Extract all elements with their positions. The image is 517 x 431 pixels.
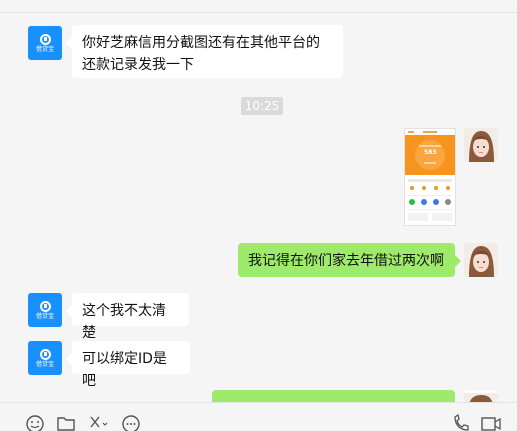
bot-avatar-label: 借贷宝 [35, 360, 54, 368]
user-portrait-icon [464, 128, 498, 162]
message-timestamp: 10:25 [241, 97, 283, 115]
screenshot-thumbnail-icon [405, 129, 455, 221]
scissors-icon[interactable] [86, 413, 108, 431]
phone-icon[interactable] [450, 413, 472, 431]
user-portrait-icon [464, 243, 498, 277]
bot-avatar-label: 借贷宝 [35, 312, 54, 320]
screenshot-score: 583 [424, 149, 437, 156]
video-call-icon[interactable] [480, 413, 502, 431]
bot-avatar[interactable]: 借贷宝 [28, 341, 62, 375]
message-bubble-bot[interactable]: 你好芝麻信用分截图还有在其他平台的还款记录发我一下 [66, 25, 343, 78]
chat-history-icon[interactable] [120, 413, 142, 431]
input-toolbar [0, 402, 517, 431]
message-text: 你好芝麻信用分截图还有在其他平台的还款记录发我一下 [82, 35, 320, 73]
emoji-icon[interactable] [24, 413, 46, 431]
bot-logo-icon [39, 300, 51, 312]
user-avatar-partial[interactable] [464, 390, 498, 402]
message-text: 这个我不太清楚 [82, 303, 166, 341]
user-portrait-icon [464, 393, 498, 402]
message-bubble-bot[interactable]: 这个我不太清楚 [66, 293, 189, 341]
bot-avatar-label: 借贷宝 [35, 45, 54, 53]
message-bubble-user[interactable]: 我记得在你们家去年借过两次啊 [238, 243, 461, 277]
chat-top-border [0, 0, 517, 13]
bot-avatar[interactable]: 借贷宝 [28, 26, 62, 60]
bot-logo-icon [39, 348, 51, 360]
image-message[interactable]: 583 [404, 128, 456, 226]
folder-icon[interactable] [55, 413, 77, 431]
user-avatar[interactable] [464, 243, 498, 277]
bot-avatar[interactable]: 借贷宝 [28, 293, 62, 327]
user-avatar[interactable] [464, 128, 498, 162]
message-bubble-bot[interactable]: 可以绑定ID是吧 [66, 341, 190, 389]
message-text: 可以绑定ID是吧 [82, 351, 167, 389]
bot-logo-icon [39, 33, 51, 45]
message-text: 我记得在你们家去年借过两次啊 [248, 253, 444, 269]
